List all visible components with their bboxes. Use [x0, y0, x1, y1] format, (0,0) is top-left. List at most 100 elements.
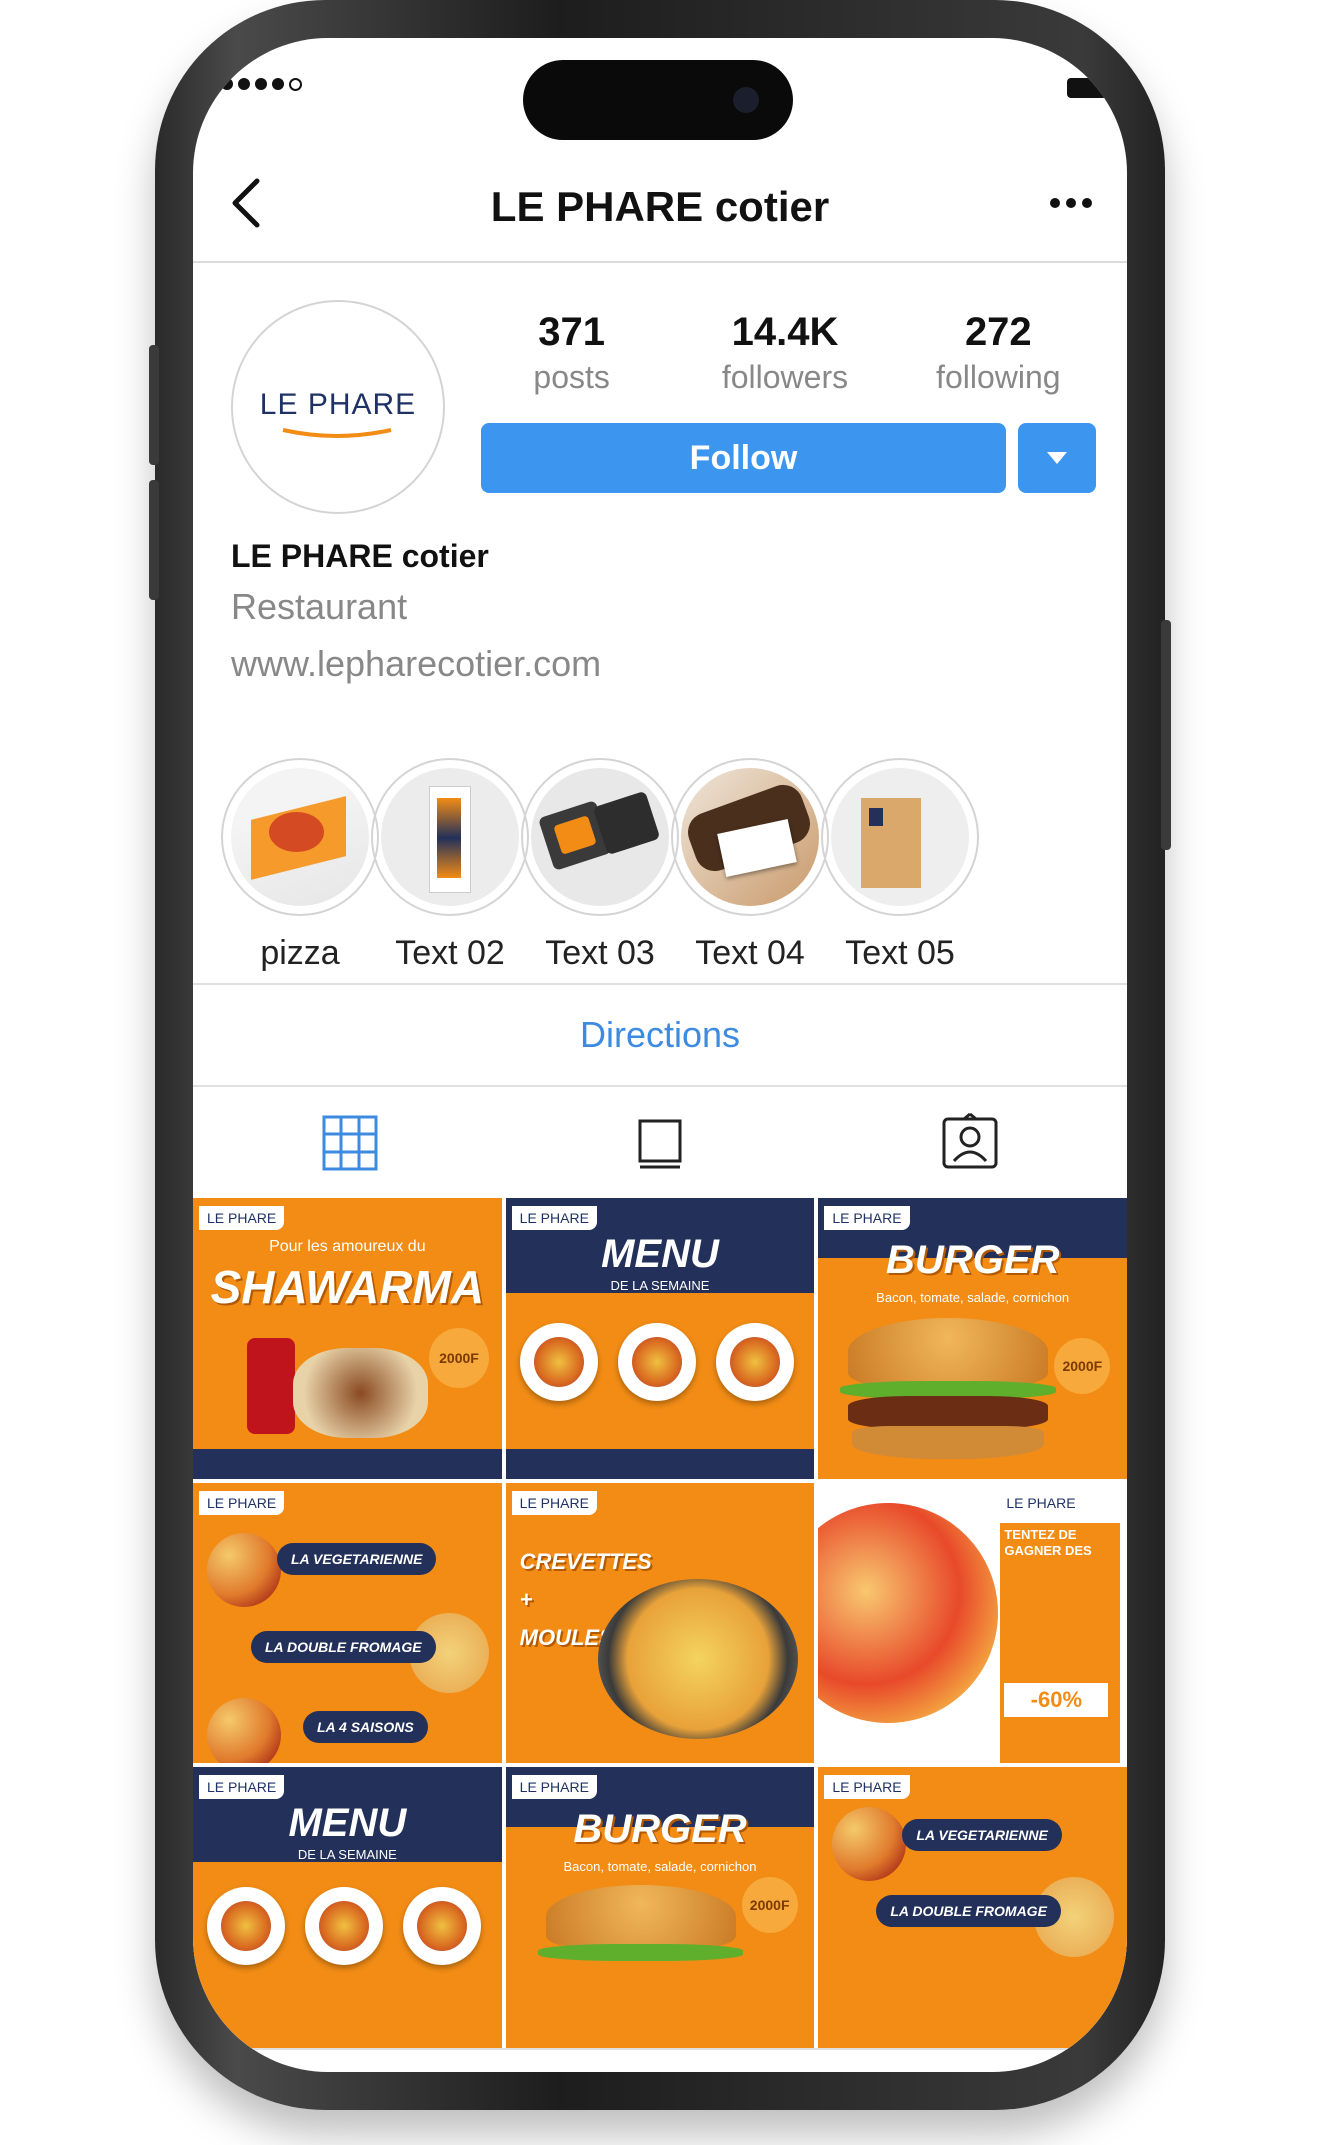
discount-badge: -60%	[1004, 1682, 1109, 1717]
post-thumbnail[interactable]: LE PHARE LA VEGETARIENNE LA DOUBLE FROMA…	[818, 1767, 1127, 2048]
story-highlight[interactable]: Text 04	[670, 758, 830, 973]
menu-item-pill: LA DOUBLE FROMAGE	[876, 1895, 1061, 1928]
post-brand-logo: LE PHARE	[511, 1775, 597, 1800]
profile-website-link[interactable]: www.lepharecotier.com	[231, 643, 601, 685]
profile-name: LE PHARE cotier	[231, 538, 489, 574]
power-button	[1161, 620, 1171, 850]
post-subtitle: DE LA SEMAINE	[610, 1278, 710, 1293]
pizza-image	[832, 1807, 907, 1882]
highlight-label: Text 05	[845, 934, 955, 972]
pizza-image	[207, 1697, 281, 1764]
promo-panel	[1000, 1522, 1121, 1763]
highlight-label: Text 02	[395, 934, 505, 972]
post-thumbnail[interactable]: LE PHARE MENU DE LA SEMAINE	[193, 1767, 502, 2048]
post-brand-logo: LE PHARE	[824, 1206, 910, 1230]
profile-stats: 371 posts 14.4K followers 272 following	[465, 310, 1105, 396]
highlight-label: pizza	[260, 934, 340, 972]
food-plate-icon	[207, 1887, 285, 1966]
grid-icon[interactable]	[320, 1113, 380, 1173]
followers-count: 14.4K	[731, 310, 839, 354]
delivery-box-thumb-icon	[521, 758, 679, 916]
story-highlight[interactable]: Text 02	[370, 758, 530, 973]
highlight-label: Text 03	[545, 934, 655, 972]
brand-logo-text: LE PHARE	[259, 388, 417, 421]
story-highlight[interactable]: Text 03	[520, 758, 680, 973]
profile-tabs	[193, 1085, 1127, 1197]
more-options-icon[interactable]	[1041, 173, 1101, 233]
camera-icon	[733, 87, 759, 113]
pizza-image	[818, 1502, 999, 1723]
follow-button[interactable]: Follow	[481, 423, 1006, 493]
food-plate-icon	[403, 1887, 481, 1966]
post-thumbnail[interactable]: LE PHARE MENU DE LA SEMAINE	[505, 1198, 815, 1479]
volume-up-button	[149, 345, 159, 465]
post-headline: MENU	[288, 1801, 407, 1846]
profile-category: Restaurant	[231, 586, 408, 627]
post-thumbnail[interactable]: LE PHARE BURGER Bacon, tomate, salade, c…	[818, 1198, 1127, 1479]
posts-grid: LE PHARE Pour les amoureux du SHAWARMA 2…	[193, 1198, 1127, 2048]
contact-strip	[193, 1448, 502, 1479]
post-headline: SHAWARMA	[210, 1261, 485, 1313]
post-brand-logo: LE PHARE	[511, 1490, 597, 1515]
suggestions-dropdown-button[interactable]	[1018, 423, 1096, 493]
contact-strip	[505, 1448, 815, 1479]
post-brand-logo: LE PHARE	[199, 1775, 285, 1800]
post-headline: BURGER	[885, 1238, 1060, 1282]
post-headline: BURGER	[573, 1807, 747, 1852]
followers-label: followers	[721, 359, 849, 395]
menu-item-pill: LA VEGETARIENNE	[902, 1819, 1062, 1852]
signal-strength-icon	[221, 78, 302, 91]
following-label: following	[936, 359, 1061, 395]
burger-image	[538, 1885, 744, 2025]
post-subtitle: Pour les amoureux du	[269, 1238, 426, 1255]
volume-down-button	[149, 480, 159, 600]
post-thumbnail[interactable]: LE PHARE LA VEGETARIENNE LA DOUBLE FROMA…	[193, 1482, 502, 1764]
tagged-user-icon[interactable]	[940, 1113, 1000, 1173]
logo-swoosh-icon	[282, 428, 392, 438]
soda-can-icon	[247, 1338, 295, 1434]
menu-brochure-thumb-icon	[371, 758, 529, 916]
posts-stat[interactable]: 371 posts	[472, 310, 672, 396]
highlight-label: Text 04	[695, 934, 805, 972]
price-badge: 2000F	[741, 1877, 798, 1934]
phone-frame: LE PHARE cotier LE PHARE 371 posts 14.4K…	[149, 0, 1171, 2110]
menu-item-pill: LA DOUBLE FROMAGE	[251, 1630, 436, 1663]
food-plate-icon	[715, 1323, 794, 1401]
story-highlight[interactable]: pizza	[220, 758, 380, 973]
menu-item-pill: LA 4 SAISONS	[303, 1710, 428, 1743]
food-plate-icon	[519, 1323, 598, 1401]
price-badge: 2000F	[1054, 1338, 1111, 1394]
following-count: 272	[964, 310, 1032, 354]
menu-item-pill: LA VEGETARIENNE	[277, 1542, 437, 1575]
post-thumbnail[interactable]: LE PHARE CREVETTES + MOULES	[505, 1482, 815, 1764]
post-headline: MENU	[601, 1232, 719, 1276]
post-thumbnail[interactable]: LE PHARE TENTEZ DE GAGNER DES -60%	[818, 1482, 1127, 1764]
directions-button[interactable]: Directions	[193, 983, 1127, 1087]
followers-stat[interactable]: 14.4K followers	[685, 310, 885, 396]
story-highlight[interactable]: Text 05	[820, 758, 980, 973]
food-plate-icon	[305, 1887, 383, 1966]
avatar[interactable]: LE PHARE	[231, 300, 445, 514]
burger-image	[840, 1318, 1057, 1468]
bottom-navigation-bar	[193, 2048, 1127, 2072]
post-brand-logo: LE PHARE	[199, 1490, 285, 1515]
post-brand-logo: LE PHARE	[199, 1206, 285, 1230]
following-stat[interactable]: 272 following	[898, 310, 1098, 396]
pizza-box-thumb-icon	[221, 758, 379, 916]
post-thumbnail[interactable]: LE PHARE Pour les amoureux du SHAWARMA 2…	[193, 1198, 502, 1479]
packaging-thumb-icon	[821, 758, 979, 916]
business-card-thumb-icon	[671, 758, 829, 916]
promo-headline: TENTEZ DE GAGNER DES	[1004, 1526, 1092, 1558]
posts-label: posts	[533, 359, 610, 395]
post-subtitle: DE LA SEMAINE	[297, 1847, 397, 1863]
post-brand-logo: LE PHARE	[824, 1775, 910, 1800]
feed-icon[interactable]	[630, 1113, 690, 1173]
paella-pan-image	[597, 1578, 798, 1739]
post-thumbnail[interactable]: LE PHARE BURGER Bacon, tomate, salade, c…	[505, 1767, 815, 2048]
food-plate-icon	[617, 1323, 696, 1401]
post-brand-logo: LE PHARE	[511, 1206, 597, 1230]
post-brand-logo: LE PHARE	[998, 1490, 1084, 1515]
price-badge: 2000F	[429, 1328, 489, 1388]
dynamic-island	[523, 60, 793, 140]
battery-icon	[1067, 78, 1107, 98]
